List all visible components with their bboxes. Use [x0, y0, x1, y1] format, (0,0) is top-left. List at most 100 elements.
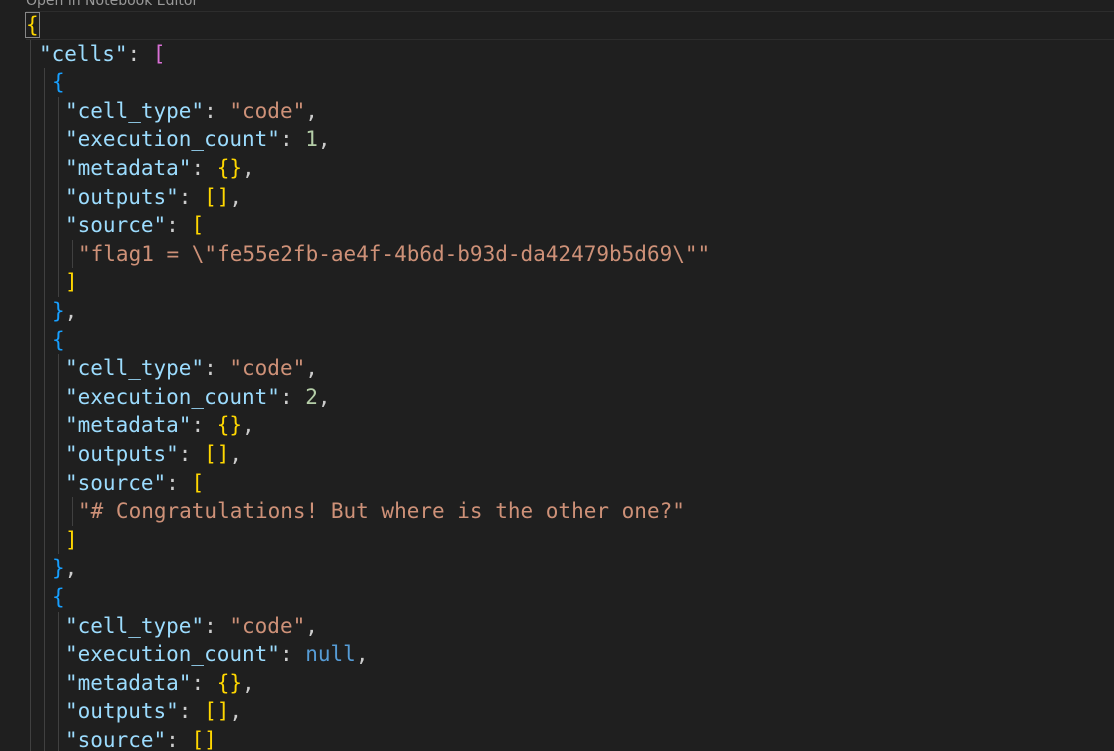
code-token: [	[191, 470, 205, 495]
code-token: "source"	[65, 728, 167, 751]
code-line[interactable]: "cell_type": "code",	[26, 612, 318, 641]
code-token: :	[204, 613, 230, 638]
code-token: []	[204, 184, 230, 209]
code-token: "cell_type"	[65, 98, 205, 123]
code-token: {	[52, 70, 65, 95]
code-token: ,	[317, 384, 331, 409]
code-token: "cell_type"	[65, 356, 205, 381]
code-token: ,	[305, 613, 318, 638]
code-token: {	[52, 327, 65, 352]
code-token: "metadata"	[65, 156, 192, 180]
code-token: ,	[305, 98, 318, 123]
code-token: :	[178, 699, 205, 724]
code-token: "execution_count"	[65, 384, 280, 409]
code-token: {}	[216, 413, 243, 438]
code-token: "execution_count"	[65, 642, 280, 667]
code-token: "cell_type"	[65, 613, 205, 638]
code-token: :	[204, 356, 230, 381]
code-token: :	[166, 470, 192, 495]
code-token: []	[191, 728, 217, 751]
code-token: "source"	[65, 470, 167, 495]
code-line[interactable]: "outputs": [],	[26, 183, 242, 212]
code-token: "code"	[229, 613, 306, 638]
code-line[interactable]: "outputs": [],	[26, 440, 242, 469]
code-token: }	[52, 556, 65, 581]
code-token: {	[52, 585, 65, 609]
code-line[interactable]: "source": [	[26, 469, 204, 498]
code-line[interactable]: "metadata": {},	[26, 411, 255, 440]
code-token: :	[279, 642, 306, 667]
code-token: {	[25, 12, 40, 38]
code-line[interactable]: "metadata": {},	[26, 669, 255, 698]
code-token: ]	[65, 527, 78, 552]
code-token: :	[178, 442, 205, 466]
code-token: "code"	[229, 98, 306, 123]
json-code-editor[interactable]: {"cells": [{"cell_type": "code", "executi…	[0, 11, 1114, 751]
code-line[interactable]: ]	[26, 268, 78, 297]
code-token: :	[191, 156, 217, 180]
code-line[interactable]: {	[26, 583, 65, 612]
code-token: [	[152, 41, 166, 66]
code-token: []	[204, 699, 230, 724]
code-line[interactable]: "# Congratulations! But where is the oth…	[26, 497, 685, 526]
code-token: ,	[317, 127, 331, 152]
code-line[interactable]: },	[26, 297, 77, 326]
code-token: :	[279, 127, 306, 152]
code-line[interactable]: "execution_count": 2,	[26, 383, 331, 412]
code-token: :	[166, 213, 192, 238]
code-token: null	[305, 642, 356, 667]
code-line[interactable]: "metadata": {},	[26, 154, 255, 183]
code-line[interactable]: },	[26, 554, 77, 583]
code-token: "source"	[65, 213, 167, 238]
code-token: ,	[229, 184, 243, 209]
code-token: ]	[65, 270, 78, 295]
open-in-notebook-editor-link[interactable]: Open in Notebook Editor	[26, 0, 198, 9]
code-token: 1	[305, 127, 318, 152]
code-token: ,	[242, 413, 255, 438]
code-token: "# Congratulations! But where is the oth…	[78, 499, 685, 524]
code-token: []	[204, 442, 230, 466]
code-token: ,	[229, 442, 243, 466]
code-token: ,	[242, 156, 255, 180]
code-line[interactable]: "source": []	[26, 726, 217, 751]
code-line[interactable]: ]	[26, 526, 78, 555]
code-line[interactable]: "execution_count": null,	[26, 640, 368, 669]
code-token: :	[178, 184, 205, 209]
code-token: ,	[242, 670, 255, 695]
code-token: :	[166, 728, 192, 751]
code-token: :	[191, 670, 217, 695]
code-line[interactable]: "cell_type": "code",	[26, 354, 318, 383]
code-token: :	[279, 384, 306, 409]
code-token: {}	[216, 156, 243, 180]
code-token: "metadata"	[65, 413, 192, 438]
code-line[interactable]: "flag1 = \"fe55e2fb-ae4f-4b6d-b93d-da424…	[26, 240, 710, 269]
code-token: }	[52, 299, 65, 323]
code-token: 2	[305, 384, 318, 409]
code-token: [	[191, 213, 205, 238]
code-token: "execution_count"	[65, 127, 280, 152]
code-token: :	[127, 41, 153, 66]
code-line[interactable]: {	[26, 326, 65, 355]
code-token: ,	[305, 356, 318, 381]
code-token: "outputs"	[65, 442, 179, 466]
code-line[interactable]: {	[25, 11, 1114, 40]
code-token: "flag1 = \"fe55e2fb-ae4f-4b6d-b93d-da424…	[78, 241, 711, 266]
code-line[interactable]: "cells": [	[26, 40, 165, 69]
code-token: :	[191, 413, 217, 438]
code-token: "cells"	[39, 41, 128, 66]
code-line[interactable]: "outputs": [],	[26, 697, 242, 726]
code-line[interactable]: "source": [	[26, 211, 204, 240]
code-token: {}	[216, 670, 243, 695]
code-token: ,	[64, 556, 78, 581]
code-line[interactable]: "cell_type": "code",	[26, 97, 318, 126]
code-token: :	[204, 98, 230, 123]
code-token: "metadata"	[65, 670, 192, 695]
code-line[interactable]: "execution_count": 1,	[26, 125, 331, 154]
code-token: ,	[229, 699, 243, 724]
code-token: "outputs"	[65, 184, 179, 209]
code-token: ,	[355, 642, 369, 667]
code-token: ,	[64, 299, 78, 323]
code-line[interactable]: {	[26, 68, 65, 97]
code-token: "outputs"	[65, 699, 179, 724]
code-token: "code"	[229, 356, 306, 381]
